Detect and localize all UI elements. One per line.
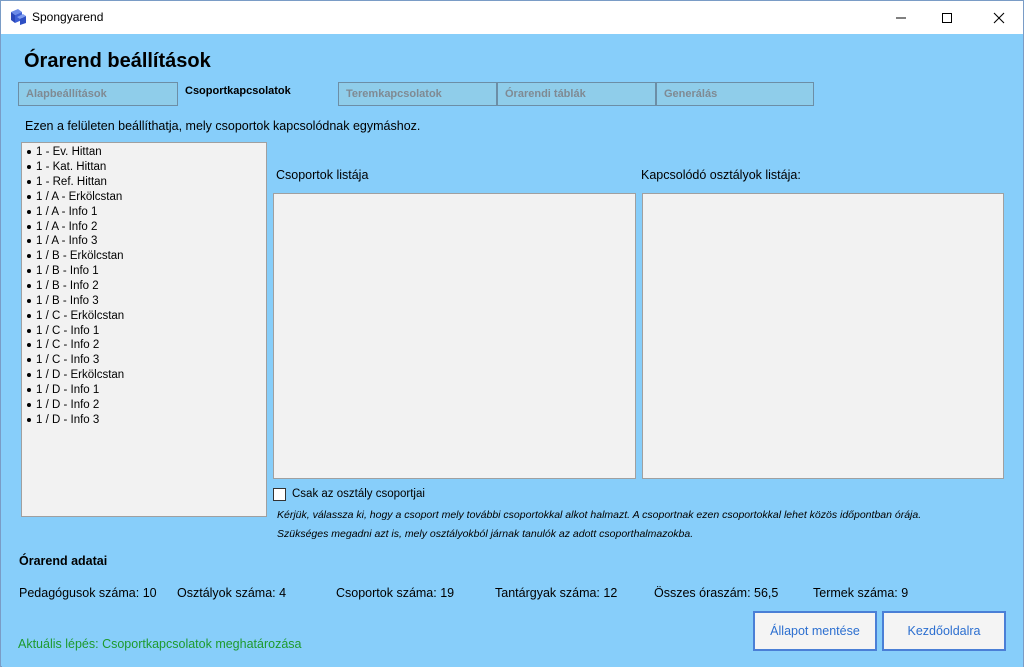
list-item[interactable]: 1 - Kat. Hittan (22, 160, 266, 175)
list-item-label: 1 / B - Erkölcstan (36, 250, 124, 263)
list-item[interactable]: 1 / B - Erkölcstan (22, 249, 266, 264)
list-item-label: 1 / C - Info 3 (36, 354, 100, 367)
classes-list-label: Kapcsolódó osztályok listája: (641, 168, 801, 182)
subjects-count: Tantárgyak száma: 12 (495, 586, 618, 600)
list-item-label: 1 / C - Erkölcstan (36, 309, 125, 322)
list-item-label: 1 / B - Info 1 (36, 265, 99, 278)
help-text-line-2: Szükséges megadni azt is, mely osztályok… (277, 528, 694, 540)
bullet-icon (27, 313, 31, 318)
main-content: Órarend beállítások Alapbeállítások Csop… (2, 34, 1023, 667)
list-item-label: 1 / D - Erkölcstan (36, 369, 125, 382)
bullet-icon (27, 269, 31, 274)
groups-listbox[interactable] (273, 193, 636, 479)
list-item[interactable]: 1 / C - Erkölcstan (22, 308, 266, 323)
list-item-label: 1 / D - Info 3 (36, 413, 100, 426)
list-item[interactable]: 1 / D - Info 1 (22, 383, 266, 398)
list-item[interactable]: 1 / B - Info 3 (22, 293, 266, 308)
list-item-label: 1 / A - Erkölcstan (36, 190, 123, 203)
list-item-label: 1 / A - Info 3 (36, 235, 98, 248)
help-text: Kérjük, válassza ki, hogy a csoport mely… (277, 506, 1007, 544)
page-description: Ezen a felületen beállíthatja, mely csop… (25, 119, 421, 133)
tab-csoportkapcsolatok[interactable]: Csoportkapcsolatok (178, 82, 338, 106)
list-item-label: 1 / B - Info 3 (36, 294, 99, 307)
help-text-line-1: Kérjük, válassza ki, hogy a csoport mely… (277, 509, 922, 521)
window-title: Spongyarend (32, 10, 104, 24)
tab-orarendi-tablak[interactable]: Órarendi táblák (497, 82, 656, 106)
list-item-label: 1 / B - Info 2 (36, 280, 99, 293)
bullet-icon (27, 373, 31, 378)
classes-listbox[interactable] (642, 193, 1004, 479)
total-hours: Összes óraszám: 56,5 (654, 586, 779, 600)
group-listbox[interactable]: 1 - Ev. Hittan 1 - Kat. Hittan 1 - Ref. Hi… (21, 142, 267, 517)
bullet-icon (27, 254, 31, 259)
tab-teremkapcsolatok[interactable]: Teremkapcsolatok (338, 82, 497, 106)
app-logo-icon (9, 8, 27, 26)
app-window: Spongyarend Órarend beállítások Alapbeál… (0, 0, 1024, 667)
list-item-label: 1 - Ref. Hittan (36, 176, 107, 189)
list-item[interactable]: 1 / D - Info 2 (22, 397, 266, 412)
list-item[interactable]: 1 / D - Info 3 (22, 412, 266, 427)
list-item[interactable]: 1 / C - Info 1 (22, 323, 266, 338)
list-item-label: 1 - Ev. Hittan (36, 146, 102, 159)
list-item-label: 1 / C - Info 1 (36, 324, 100, 337)
class-groups-only-checkbox[interactable] (273, 488, 286, 501)
minimize-icon[interactable] (878, 1, 924, 34)
bullet-icon (27, 165, 31, 170)
bullet-icon (27, 284, 31, 289)
bullet-icon (27, 209, 31, 214)
list-item[interactable]: 1 / A - Info 3 (22, 234, 266, 249)
timetable-data-title: Órarend adatai (19, 554, 108, 568)
bullet-icon (27, 150, 31, 155)
list-item-label: 1 / A - Info 1 (36, 205, 98, 218)
save-state-button[interactable]: Állapot mentése (753, 611, 877, 651)
bullet-icon (27, 387, 31, 392)
list-item[interactable]: 1 - Ev. Hittan (22, 145, 266, 160)
bullet-icon (27, 298, 31, 303)
groups-list-label: Csoportok listája (276, 168, 369, 182)
bullet-icon (27, 180, 31, 185)
current-step-status: Aktuális lépés: Csoportkapcsolatok megha… (18, 637, 302, 651)
list-item-label: 1 / C - Info 2 (36, 339, 100, 352)
list-item[interactable]: 1 / B - Info 2 (22, 279, 266, 294)
list-item[interactable]: 1 - Ref. Hittan (22, 175, 266, 190)
maximize-icon[interactable] (924, 1, 970, 34)
list-item[interactable]: 1 / A - Info 1 (22, 204, 266, 219)
list-item-label: 1 - Kat. Hittan (36, 161, 107, 174)
bullet-icon (27, 194, 31, 199)
bullet-icon (27, 239, 31, 244)
list-item[interactable]: 1 / C - Info 3 (22, 353, 266, 368)
list-item-label: 1 / D - Info 1 (36, 383, 100, 396)
teachers-count: Pedagógusok száma: 10 (19, 586, 157, 600)
list-item[interactable]: 1 / A - Info 2 (22, 219, 266, 234)
bullet-icon (27, 358, 31, 363)
tab-generalas[interactable]: Generálás (656, 82, 814, 106)
tab-alapbeallitasok[interactable]: Alapbeállítások (18, 82, 178, 106)
list-item-label: 1 / D - Info 2 (36, 398, 100, 411)
bullet-icon (27, 328, 31, 333)
bullet-icon (27, 402, 31, 407)
list-item[interactable]: 1 / A - Erkölcstan (22, 190, 266, 205)
page-title: Órarend beállítások (24, 50, 211, 72)
classes-count: Osztályok száma: 4 (177, 586, 287, 600)
bullet-icon (27, 343, 31, 348)
title-bar[interactable]: Spongyarend (1, 1, 1023, 34)
class-groups-only-label[interactable]: Csak az osztály csoportjai (292, 488, 425, 500)
close-icon[interactable] (976, 1, 1022, 34)
list-item[interactable]: 1 / D - Erkölcstan (22, 368, 266, 383)
bullet-icon (27, 417, 31, 422)
list-item-label: 1 / A - Info 2 (36, 220, 98, 233)
bullet-icon (27, 224, 31, 229)
rooms-count: Termek száma: 9 (813, 586, 909, 600)
list-item[interactable]: 1 / C - Info 2 (22, 338, 266, 353)
home-button[interactable]: Kezdőoldalra (882, 611, 1006, 651)
list-item[interactable]: 1 / B - Info 1 (22, 264, 266, 279)
groups-count: Csoportok száma: 19 (336, 586, 455, 600)
